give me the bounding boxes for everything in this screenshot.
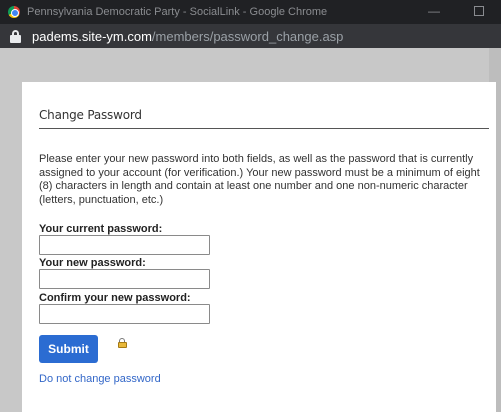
new-password-input[interactable]: [39, 269, 210, 289]
lock-icon[interactable]: [10, 29, 22, 43]
padlock-icon: [118, 338, 127, 348]
page-title: Change Password: [39, 108, 142, 122]
confirm-password-input[interactable]: [39, 304, 210, 324]
maximize-button[interactable]: [474, 6, 484, 16]
window-title: Pennsylvania Democratic Party - SocialLi…: [27, 6, 328, 18]
do-not-change-password-link[interactable]: Do not change password: [39, 373, 161, 385]
instructions-text: Please enter your new password into both…: [39, 153, 480, 206]
title-divider: [39, 128, 489, 129]
url-host: padems.site-ym.com: [32, 28, 152, 44]
confirm-password-label: Confirm your new password:: [39, 292, 191, 304]
current-password-input[interactable]: [39, 235, 210, 255]
address-bar[interactable]: padems.site-ym.com/members/password_chan…: [0, 24, 501, 48]
current-password-label: Your current password:: [39, 223, 163, 235]
window-titlebar: Pennsylvania Democratic Party - SocialLi…: [0, 0, 501, 24]
password-change-panel: Change Password Please enter your new pa…: [22, 82, 496, 412]
url-text[interactable]: padems.site-ym.com/members/password_chan…: [32, 29, 343, 44]
minimize-button[interactable]: —: [428, 4, 440, 18]
submit-button[interactable]: Submit: [39, 335, 98, 363]
url-path: /members/password_change.asp: [151, 28, 344, 44]
new-password-label: Your new password:: [39, 257, 146, 269]
chrome-icon: [8, 6, 20, 18]
